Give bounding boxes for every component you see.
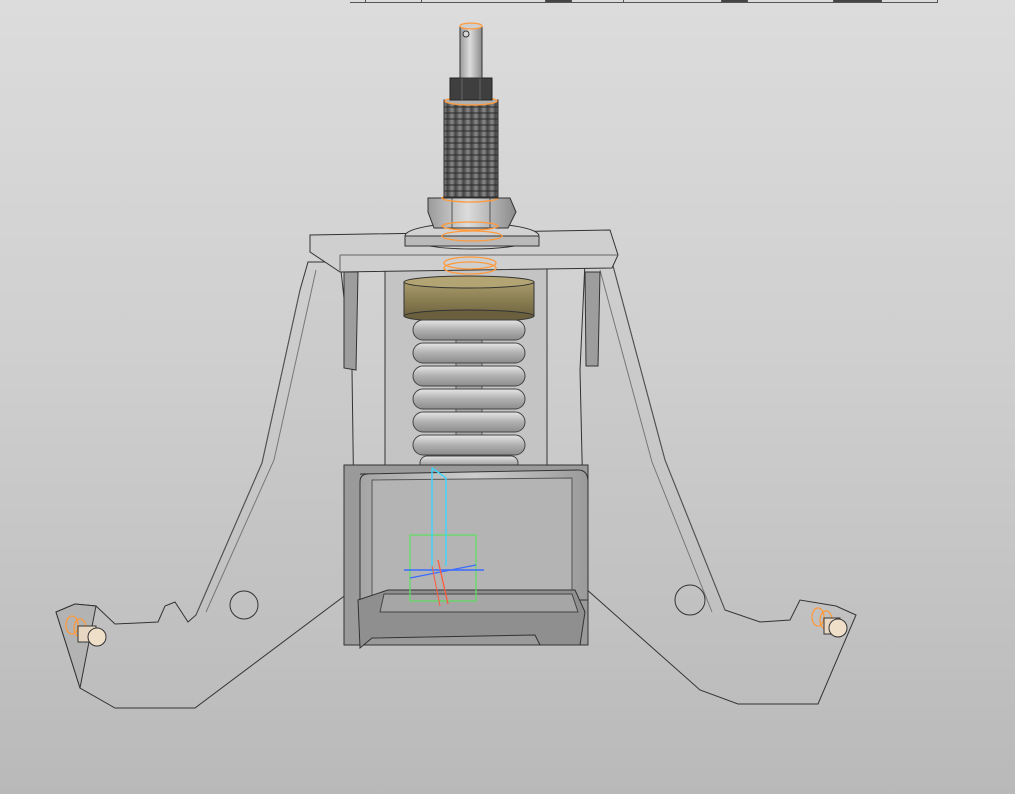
brass-collar[interactable] bbox=[403, 275, 535, 323]
hex-nut[interactable] bbox=[427, 193, 517, 231]
threaded-stud[interactable] bbox=[443, 22, 499, 199]
3d-viewport[interactable] bbox=[0, 0, 1015, 794]
spring-cup[interactable] bbox=[343, 464, 589, 650]
compression-spring[interactable] bbox=[412, 319, 526, 471]
side-bracket-right[interactable] bbox=[579, 261, 857, 705]
cad-model-view[interactable] bbox=[0, 0, 1015, 794]
